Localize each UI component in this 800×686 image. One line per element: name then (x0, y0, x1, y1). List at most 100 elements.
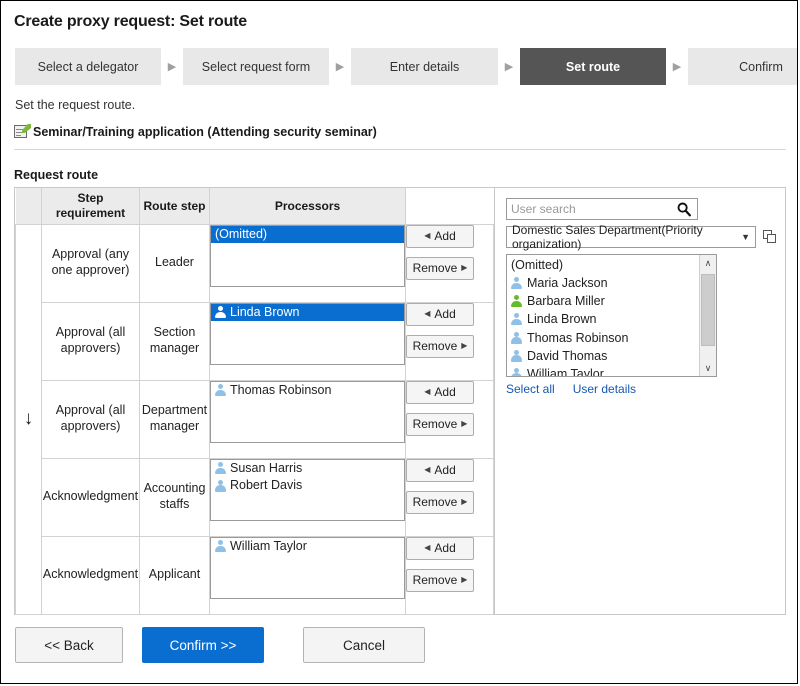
user-name: (Omitted) (511, 258, 564, 272)
processors-cell: Linda Brown (209, 301, 406, 381)
step-enter-details[interactable]: Enter details (351, 48, 498, 85)
user-name: Thomas Robinson (527, 330, 629, 345)
person-icon (511, 367, 522, 376)
processor-listbox[interactable]: Linda Brown (210, 302, 405, 365)
route-step-cell: Accounting staffs (139, 457, 210, 537)
remove-button-label: Remove (412, 417, 458, 431)
person-icon (215, 462, 226, 475)
organization-dropdown[interactable]: Domestic Sales Department(Priority organ… (506, 223, 756, 251)
search-input[interactable] (507, 200, 677, 218)
list-item[interactable]: Robert Davis (211, 477, 404, 495)
route-panel: Step requirement Route step Processors ↓… (14, 187, 786, 615)
list-item[interactable]: Barbara Miller (509, 292, 699, 310)
remove-button-label: Remove (412, 339, 458, 353)
remove-button[interactable]: Remove ▶ (406, 568, 474, 592)
footer-actions: << Back Confirm >> Cancel (15, 627, 425, 663)
add-button[interactable]: ◀ Add (406, 224, 474, 248)
add-button[interactable]: ◀ Add (406, 458, 474, 482)
user-pane-links: Select all User details (506, 382, 785, 396)
scroll-up-icon[interactable]: ∧ (700, 255, 716, 271)
remove-button[interactable]: Remove ▶ (406, 412, 474, 436)
user-name: William Taylor (527, 366, 604, 376)
remove-button[interactable]: Remove ▶ (406, 490, 474, 514)
remove-button[interactable]: Remove ▶ (406, 334, 474, 358)
person-icon (215, 306, 226, 319)
route-step-cell: Applicant (139, 535, 210, 615)
processor-listbox[interactable]: (Omitted) (210, 224, 405, 287)
step-select-request-form[interactable]: Select request form (183, 48, 329, 85)
arrow-right-icon: ▶ (461, 341, 468, 350)
processors-cell: (Omitted) (209, 223, 406, 303)
processor-listbox[interactable]: Thomas Robinson (210, 380, 405, 443)
add-button[interactable]: ◀ Add (406, 536, 474, 560)
list-item[interactable]: Linda Brown (509, 310, 699, 328)
open-in-new-window-icon[interactable] (763, 230, 777, 244)
cancel-button[interactable]: Cancel (303, 627, 425, 663)
scroll-down-icon[interactable]: ∨ (700, 360, 716, 376)
processor-listbox[interactable]: William Taylor (210, 536, 405, 599)
step-select-a-delegator[interactable]: Select a delegator (15, 48, 161, 85)
processor-name: William Taylor (230, 538, 307, 553)
column-header-flow (15, 188, 42, 225)
list-item[interactable]: Susan Harris (211, 460, 404, 478)
column-header-step-requirement: Step requirement (41, 188, 140, 225)
request-form-icon (14, 124, 31, 139)
arrow-left-icon: ◀ (424, 309, 431, 318)
table-row: Acknowledgment Accounting staffs Susan H… (16, 457, 494, 537)
user-details-link[interactable]: User details (573, 382, 636, 396)
row-actions-cell: ◀ Add Remove ▶ (405, 535, 494, 615)
list-item[interactable]: (Omitted) (211, 225, 404, 244)
step-separator-icon: ▶ (504, 61, 514, 73)
scrollbar-thumb[interactable] (701, 274, 715, 346)
processor-listbox[interactable]: Susan Harris Robert Davis (210, 458, 405, 521)
column-header-route-step: Route step (139, 188, 210, 225)
page-title: Create proxy request: Set route (14, 13, 247, 30)
step-requirement-cell: Approval (any one approver) (41, 223, 140, 303)
list-item[interactable]: (Omitted) (509, 256, 699, 274)
step-requirement-cell: Approval (all approvers) (41, 379, 140, 459)
table-row: Acknowledgment Applicant William Taylor … (16, 535, 494, 615)
step-separator-icon: ▶ (672, 61, 682, 73)
instruction-text: Set the request route. (15, 98, 136, 112)
user-name: Maria Jackson (527, 276, 608, 291)
add-button-label: Add (434, 463, 456, 477)
application-window: Create proxy request: Set route Select a… (0, 0, 798, 684)
step-confirm[interactable]: Confirm (688, 48, 797, 85)
step-set-route[interactable]: Set route (520, 48, 666, 85)
row-actions-cell: ◀ Add Remove ▶ (405, 457, 494, 537)
list-item[interactable]: Thomas Robinson (509, 329, 699, 347)
person-icon (511, 331, 522, 344)
list-item[interactable]: William Taylor (509, 365, 699, 376)
list-item[interactable]: David Thomas (509, 347, 699, 365)
arrow-left-icon: ◀ (424, 543, 431, 552)
route-table: Step requirement Route step Processors ↓… (15, 188, 494, 615)
user-list-scrollbar[interactable]: ∧ ∨ (699, 255, 716, 376)
column-header-actions (405, 188, 494, 225)
user-search-box[interactable] (506, 198, 698, 220)
select-all-link[interactable]: Select all (506, 382, 555, 396)
remove-button[interactable]: Remove ▶ (406, 256, 474, 280)
table-row: Approval (all approvers) Section manager… (16, 301, 494, 381)
arrow-left-icon: ◀ (424, 465, 431, 474)
processor-name: Thomas Robinson (230, 382, 332, 397)
search-icon[interactable] (677, 202, 691, 217)
route-step-cell: Department manager (139, 379, 210, 459)
row-actions-cell: ◀ Add Remove ▶ (405, 223, 494, 303)
add-button[interactable]: ◀ Add (406, 302, 474, 326)
wizard-steps: Select a delegator ▶ Select request form… (15, 48, 797, 85)
back-button[interactable]: << Back (15, 627, 123, 663)
processor-name: Robert Davis (230, 478, 303, 493)
add-button[interactable]: ◀ Add (406, 380, 474, 404)
arrow-left-icon: ◀ (424, 387, 431, 396)
list-item[interactable]: Linda Brown (211, 303, 404, 322)
user-listbox[interactable]: (Omitted) Maria Jackson Barbara Miller L… (506, 254, 717, 377)
list-item[interactable]: William Taylor (211, 538, 404, 556)
column-header-processors: Processors (209, 188, 406, 225)
processor-name: Linda Brown (230, 304, 300, 319)
remove-button-label: Remove (412, 573, 458, 587)
person-icon (215, 479, 226, 492)
list-item[interactable]: Maria Jackson (509, 274, 699, 292)
processor-name: Susan Harris (230, 460, 303, 475)
confirm-button[interactable]: Confirm >> (142, 627, 264, 663)
list-item[interactable]: Thomas Robinson (211, 382, 404, 400)
